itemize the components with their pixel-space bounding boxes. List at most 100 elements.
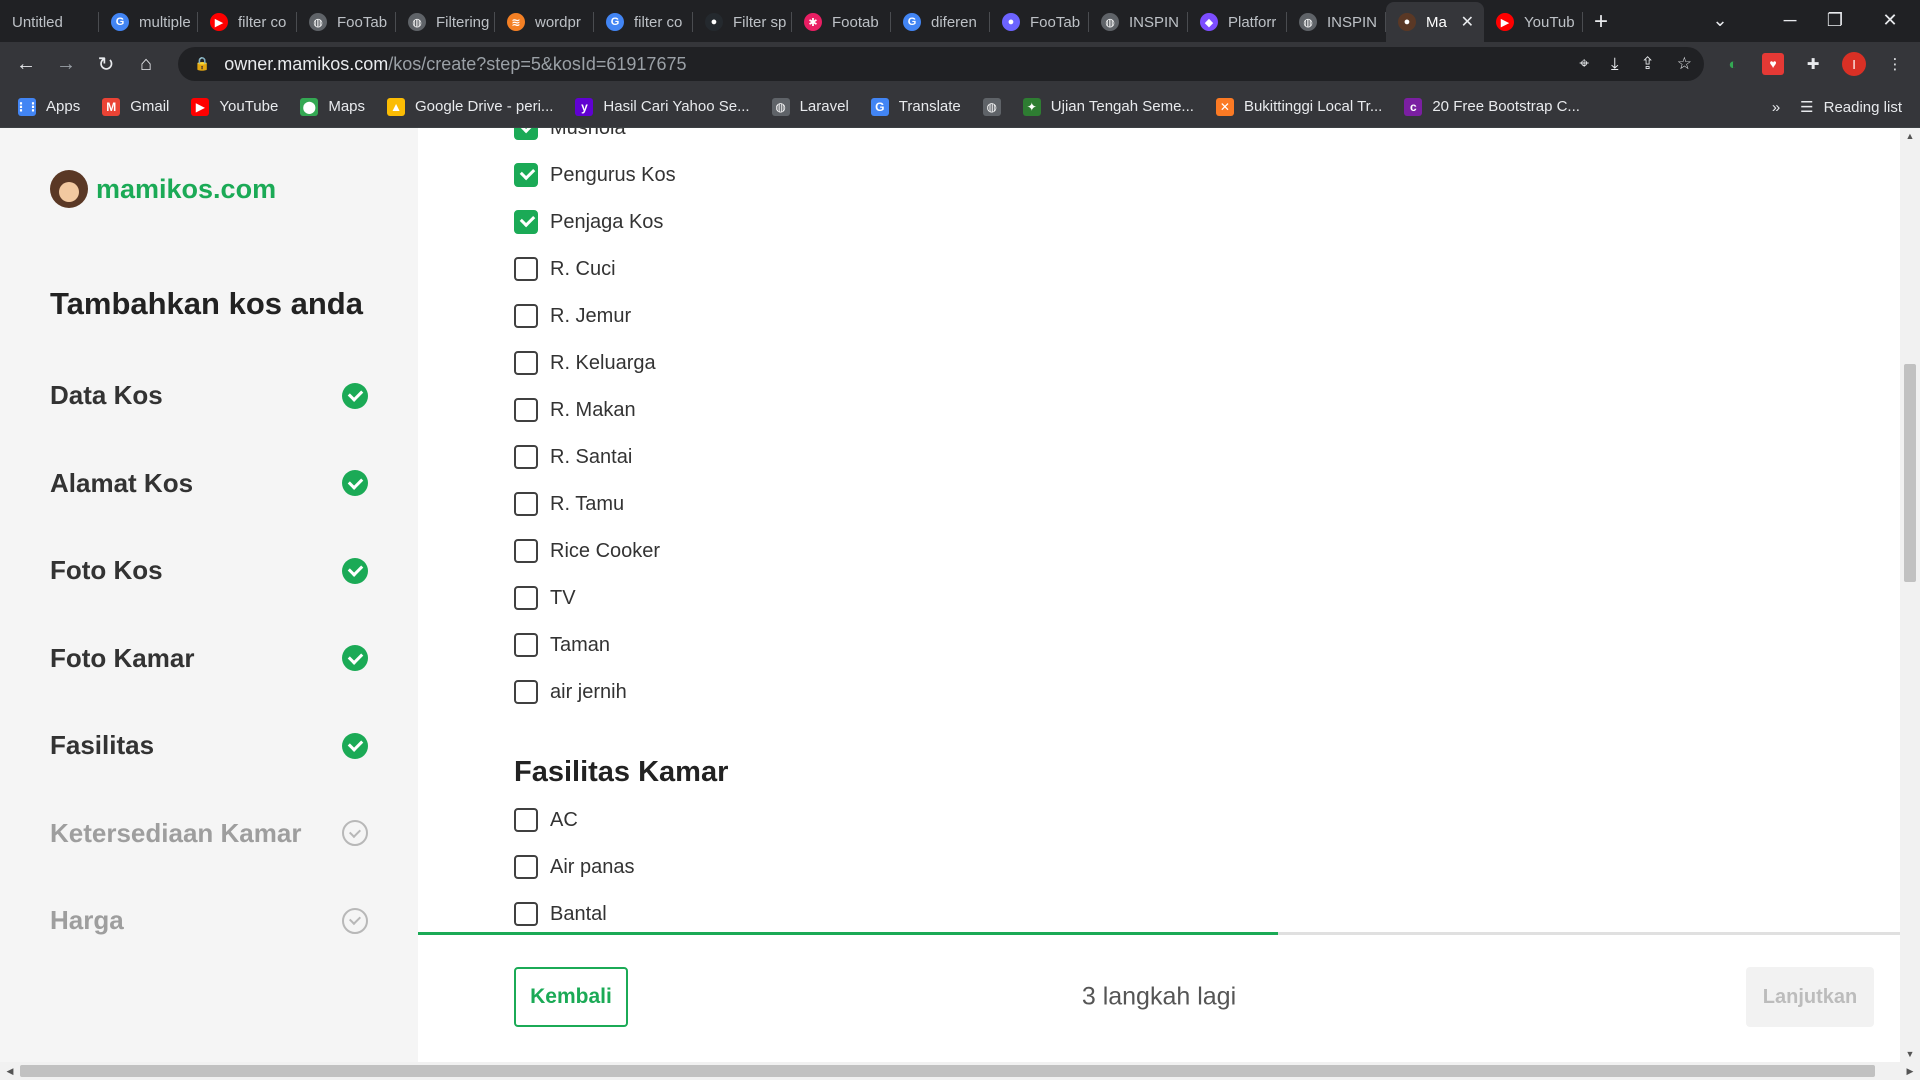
- new-tab-button[interactable]: +: [1583, 2, 1619, 42]
- reload-icon[interactable]: ↻: [86, 44, 126, 84]
- checkbox[interactable]: [514, 808, 538, 832]
- facility-checkbox-item[interactable]: R. Cuci: [514, 257, 616, 281]
- facility-checkbox-item[interactable]: R. Keluarga: [514, 351, 656, 375]
- bookmark-item[interactable]: ⋮⋮ Apps: [15, 97, 80, 116]
- facility-checkbox-item[interactable]: Pengurus Kos: [514, 163, 676, 187]
- home-icon[interactable]: ⌂: [126, 44, 166, 84]
- bookmark-item[interactable]: ✦ Ujian Tengah Seme...: [1022, 97, 1194, 116]
- facility-checkbox-item[interactable]: Penjaga Kos: [514, 210, 663, 234]
- bookmark-item[interactable]: ⬤ Maps: [300, 97, 365, 116]
- browser-tab[interactable]: ◍ FooTab: [297, 2, 396, 42]
- tab-search-icon[interactable]: ⌄: [1700, 0, 1740, 40]
- puzzle-icon[interactable]: ✚: [1802, 53, 1824, 75]
- browser-tab[interactable]: ✱ Footab: [792, 2, 891, 42]
- checkbox[interactable]: [514, 586, 538, 610]
- bookmark-item[interactable]: ✕ Bukittinggi Local Tr...: [1215, 97, 1382, 116]
- browser-tab[interactable]: ● Filter sp: [693, 2, 792, 42]
- lock-icon[interactable]: 🔒: [194, 56, 210, 72]
- extension-icon[interactable]: ◐: [1722, 53, 1744, 75]
- location-icon[interactable]: ⌖: [1579, 54, 1589, 74]
- checkbox[interactable]: [514, 257, 538, 281]
- close-window-icon[interactable]: ✕: [1870, 0, 1910, 40]
- browser-tab[interactable]: ◍ Filtering: [396, 2, 495, 42]
- facility-checkbox-item[interactable]: Bantal: [514, 902, 607, 926]
- browser-tab[interactable]: ▶ YouTub: [1484, 2, 1583, 42]
- browser-tab[interactable]: ◍ INSPIN: [1287, 2, 1386, 42]
- browser-tab[interactable]: Gmultiple: [99, 2, 198, 42]
- browser-tab[interactable]: ≋ wordpr: [495, 2, 594, 42]
- facility-checkbox-item[interactable]: Rice Cooker: [514, 539, 660, 563]
- vertical-scrollbar[interactable]: ▲ ▼: [1900, 128, 1920, 1062]
- checkbox[interactable]: [514, 445, 538, 469]
- share-icon[interactable]: ⇪: [1641, 54, 1655, 74]
- facility-checkbox-item[interactable]: R. Santai: [514, 445, 632, 469]
- facility-checkbox-item[interactable]: Taman: [514, 633, 610, 657]
- next-button[interactable]: Lanjutkan: [1746, 967, 1874, 1027]
- browser-tab[interactable]: ▶ filter co: [198, 2, 297, 42]
- scroll-down-icon[interactable]: ▼: [1900, 1046, 1920, 1062]
- facility-checkbox-item[interactable]: air jernih: [514, 680, 627, 704]
- facility-checkbox-item[interactable]: Mushola: [514, 128, 626, 140]
- checkbox[interactable]: [514, 398, 538, 422]
- bookmark-item[interactable]: ▲ Google Drive - peri...: [387, 97, 553, 116]
- checkbox-checked[interactable]: [514, 210, 538, 234]
- checkbox[interactable]: [514, 855, 538, 879]
- browser-tab[interactable]: ● Ma ✕: [1386, 2, 1484, 42]
- facility-checkbox-item[interactable]: Air panas: [514, 855, 635, 879]
- bookmark-star-icon[interactable]: ☆: [1677, 54, 1692, 74]
- address-bar[interactable]: 🔒 owner.mamikos.com/kos/create?step=5&ko…: [178, 47, 1704, 81]
- bookmark-item[interactable]: ▶ YouTube: [191, 97, 278, 116]
- checkbox-checked[interactable]: [514, 163, 538, 187]
- browser-tab[interactable]: Gfilter co: [594, 2, 693, 42]
- close-tab-icon[interactable]: ✕: [1461, 12, 1474, 32]
- facility-checkbox-item[interactable]: AC: [514, 808, 578, 832]
- facility-checkbox-item[interactable]: TV: [514, 586, 576, 610]
- bookmark-item[interactable]: y Hasil Cari Yahoo Se...: [575, 97, 750, 116]
- menu-icon[interactable]: ⋮: [1884, 53, 1906, 75]
- checkbox[interactable]: [514, 633, 538, 657]
- bookmark-item[interactable]: c 20 Free Bootstrap C...: [1404, 97, 1580, 116]
- minimize-icon[interactable]: ─: [1770, 0, 1810, 40]
- install-icon[interactable]: ⤓: [1611, 54, 1619, 74]
- browser-tab[interactable]: ◍ INSPIN: [1089, 2, 1188, 42]
- horizontal-scroll-thumb[interactable]: [20, 1065, 1875, 1077]
- bookmark-item[interactable]: ◍: [982, 97, 1001, 116]
- scroll-up-icon[interactable]: ▲: [1900, 128, 1920, 144]
- checkbox-checked[interactable]: [514, 128, 538, 140]
- browser-tab[interactable]: Gdiferen: [891, 2, 990, 42]
- forward-icon[interactable]: →: [46, 44, 86, 84]
- reading-list-icon[interactable]: ☰: [1800, 98, 1813, 116]
- checkbox[interactable]: [514, 680, 538, 704]
- bookmark-item[interactable]: M Gmail: [102, 97, 169, 116]
- restore-icon[interactable]: ❐: [1815, 0, 1855, 40]
- checkbox[interactable]: [514, 351, 538, 375]
- mamikos-logo[interactable]: mamikos.com: [50, 170, 276, 208]
- scroll-right-icon[interactable]: ▶: [1900, 1063, 1920, 1079]
- checkbox[interactable]: [514, 304, 538, 328]
- sidebar-step[interactable]: Foto Kos: [50, 555, 368, 586]
- bookmark-item[interactable]: G Translate: [870, 97, 961, 116]
- pocket-icon[interactable]: ♥: [1762, 53, 1784, 75]
- checkbox[interactable]: [514, 492, 538, 516]
- browser-tab[interactable]: ● FooTab: [990, 2, 1089, 42]
- browser-tab[interactable]: Untitled: [0, 2, 99, 42]
- facility-checkbox-item[interactable]: R. Makan: [514, 398, 636, 422]
- bookmark-item[interactable]: ◍ Laravel: [771, 97, 849, 116]
- facility-checkbox-item[interactable]: R. Jemur: [514, 304, 631, 328]
- facility-checkbox-item[interactable]: R. Tamu: [514, 492, 624, 516]
- horizontal-scrollbar[interactable]: ◀ ▶: [0, 1062, 1920, 1080]
- back-icon[interactable]: ←: [6, 44, 46, 84]
- more-bookmarks-icon[interactable]: »: [1772, 99, 1780, 116]
- sidebar-step[interactable]: Ketersediaan Kamar: [50, 818, 368, 849]
- profile-avatar[interactable]: I: [1842, 52, 1866, 76]
- checkbox[interactable]: [514, 539, 538, 563]
- sidebar-step[interactable]: Data Kos: [50, 380, 368, 411]
- browser-tab[interactable]: ◆ Platforr: [1188, 2, 1287, 42]
- vertical-scroll-thumb[interactable]: [1904, 364, 1916, 582]
- sidebar-step[interactable]: Harga: [50, 905, 368, 936]
- scroll-left-icon[interactable]: ◀: [0, 1063, 20, 1079]
- checkbox[interactable]: [514, 902, 538, 926]
- sidebar-step[interactable]: Foto Kamar: [50, 643, 368, 674]
- sidebar-step[interactable]: Fasilitas: [50, 730, 368, 761]
- reading-list-label[interactable]: Reading list: [1824, 99, 1902, 116]
